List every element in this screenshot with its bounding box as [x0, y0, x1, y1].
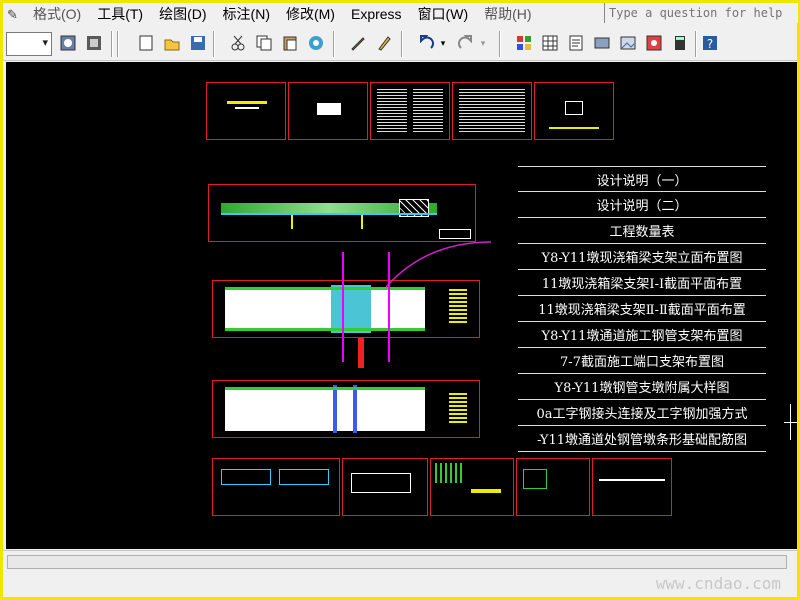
chevron-down-icon: ▾ — [42, 37, 48, 49]
drawing-canvas[interactable]: 设计说明（一） 设计说明（二） 工程数量表 Y8-Y11墩现浇箱梁支架立面布置图… — [6, 62, 797, 549]
curve-line — [386, 241, 492, 288]
toolbar-separator — [117, 31, 119, 57]
horizontal-scrollbar[interactable] — [7, 555, 787, 569]
settings-icon[interactable] — [57, 32, 79, 54]
watermark-text: www.cndao.com — [655, 574, 781, 593]
help-icon[interactable]: ? — [699, 32, 721, 54]
svg-text:?: ? — [707, 37, 713, 51]
sheet-thumbnail[interactable] — [534, 82, 614, 140]
palette-icon[interactable] — [513, 32, 535, 54]
list-item[interactable]: Y8-Y11墩通道施工钢管支架布置图 — [518, 322, 766, 348]
sheet-thumbnail[interactable] — [206, 82, 286, 140]
list-item[interactable]: 0a工字钢接头连接及工字钢加强方式 — [518, 400, 766, 426]
list-item[interactable]: 设计说明（二） — [518, 192, 766, 218]
menu-dimension[interactable]: 标注(N) — [215, 4, 278, 24]
menu-modify[interactable]: 修改(M) — [278, 4, 343, 24]
new-document-icon[interactable] — [135, 32, 157, 54]
grid-icon[interactable] — [539, 32, 561, 54]
calculator-icon[interactable] — [669, 32, 691, 54]
sheet-thumbnail[interactable] — [370, 82, 450, 140]
toolbar-separator — [333, 31, 335, 57]
section-marker — [358, 338, 364, 368]
menu-window[interactable]: 窗口(W) — [410, 4, 477, 24]
list-item[interactable]: 11墩现浇箱梁支架Ⅱ-Ⅱ截面平面布置 — [518, 296, 766, 322]
tool-icon[interactable] — [591, 32, 613, 54]
list-item[interactable]: Y8-Y11墩现浇箱梁支架立面布置图 — [518, 244, 766, 270]
sheet-detail[interactable] — [430, 458, 514, 516]
menu-draw[interactable]: 绘图(D) — [151, 4, 214, 24]
workspace-combo[interactable]: ▾ — [6, 32, 52, 56]
help-search-input[interactable] — [604, 3, 798, 23]
toolbar-separator — [213, 31, 215, 57]
list-item[interactable]: 11墩现浇箱梁支架Ⅰ-Ⅰ截面平面布置 — [518, 270, 766, 296]
menu-express[interactable]: Express — [343, 6, 410, 22]
image-icon[interactable] — [617, 32, 639, 54]
toolbar-separator — [111, 31, 113, 57]
redo-dropdown-icon[interactable]: ▾ — [477, 32, 489, 54]
match-icon[interactable] — [305, 32, 327, 54]
copy-icon[interactable] — [253, 32, 275, 54]
sheet-thumbnail[interactable] — [288, 82, 368, 140]
list-item[interactable]: 7-7截面施工端口支架布置图 — [518, 348, 766, 374]
sheet-detail[interactable] — [516, 458, 590, 516]
open-icon[interactable] — [161, 32, 183, 54]
redo-icon[interactable] — [455, 32, 477, 54]
sheet-detail[interactable] — [342, 458, 428, 516]
layout-tabs-bar — [3, 550, 797, 574]
app-icon[interactable]: ✎ — [7, 7, 18, 23]
drawing-index-list: 设计说明（一） 设计说明（二） 工程数量表 Y8-Y11墩现浇箱梁支架立面布置图… — [518, 166, 766, 452]
list-item[interactable]: 工程数量表 — [518, 218, 766, 244]
status-bar: www.cndao.com — [3, 574, 797, 596]
toolbar-separator — [695, 31, 697, 57]
sheet-detail[interactable] — [212, 458, 340, 516]
undo-icon[interactable] — [415, 32, 437, 54]
menu-format[interactable]: 格式(O) — [25, 4, 89, 24]
sheet-plan-2[interactable] — [212, 380, 480, 438]
menu-help[interactable]: 帮助(H) — [476, 4, 539, 24]
undo-dropdown-icon[interactable]: ▾ — [437, 32, 449, 54]
brush-icon[interactable] — [373, 32, 395, 54]
crosshair-cursor-vertical — [790, 404, 791, 440]
standard-toolbar: ▾ ▾ ▾ ? — [3, 27, 797, 61]
list-item[interactable]: Y8-Y11墩钢管支墩附属大样图 — [518, 374, 766, 400]
cut-icon[interactable] — [227, 32, 249, 54]
sheet-detail[interactable] — [592, 458, 672, 516]
toolbar-separator — [499, 31, 501, 57]
save-icon[interactable] — [187, 32, 209, 54]
menu-tools[interactable]: 工具(T) — [89, 4, 151, 24]
list-item[interactable]: -Y11墩通道处钢管墩条形基础配筋图 — [518, 426, 766, 452]
media-icon[interactable] — [643, 32, 665, 54]
properties-icon[interactable] — [565, 32, 587, 54]
axis-line — [342, 252, 344, 362]
list-item[interactable]: 设计说明（一） — [518, 166, 766, 192]
sheet-thumbnail[interactable] — [452, 82, 532, 140]
paste-icon[interactable] — [279, 32, 301, 54]
toolbar-separator — [401, 31, 403, 57]
layers-icon[interactable] — [83, 32, 105, 54]
pencil-icon[interactable] — [347, 32, 369, 54]
